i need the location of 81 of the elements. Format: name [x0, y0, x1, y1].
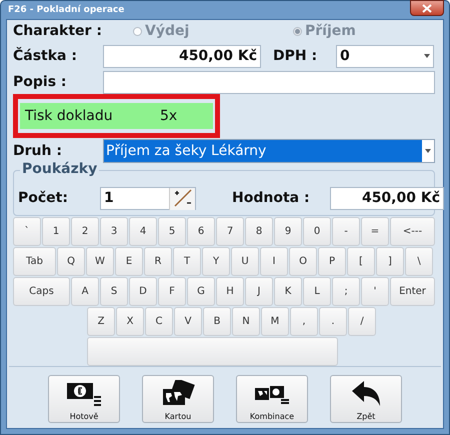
description-field[interactable] [103, 70, 435, 94]
keyboard-key[interactable]: D [129, 277, 157, 306]
keyboard-key[interactable]: H [216, 277, 244, 306]
field-label: DPH : [272, 48, 318, 64]
field-label: Hodnota : [231, 190, 311, 206]
keyboard-key[interactable]: ' [361, 277, 389, 306]
space-key[interactable] [87, 337, 338, 366]
keyboard-key[interactable]: 3 [100, 217, 128, 246]
banknote-icon [66, 380, 102, 406]
keyboard-key[interactable]: Q [57, 247, 85, 276]
keyboard-key[interactable]: 1 [42, 217, 70, 246]
keyboard-key[interactable]: Caps [13, 277, 70, 306]
caret-icon [425, 149, 431, 153]
keyboard-key[interactable]: T [173, 247, 201, 276]
payment-button[interactable]: Zpět [330, 375, 402, 423]
window-title: F26 - Pokladní operace [7, 5, 124, 15]
keyboard-key[interactable]: 6 [187, 217, 215, 246]
keyboard-key[interactable]: V [174, 307, 202, 336]
keyboard-key[interactable]: L [303, 277, 331, 306]
keyboard-key[interactable]: X [116, 307, 144, 336]
amount-field[interactable]: 450,00 Kč [103, 44, 261, 68]
close-button[interactable] [410, 0, 444, 16]
keyboard-key[interactable]: K [274, 277, 302, 306]
keyboard-key[interactable]: 2 [71, 217, 99, 246]
keyboard-key[interactable]: = [361, 217, 389, 246]
field-label: Popis : [13, 74, 68, 90]
back-arrow-icon [350, 380, 382, 408]
keyboard-key[interactable]: U [231, 247, 259, 276]
vat-dropdown[interactable]: 0 [336, 44, 434, 68]
keyboard-key[interactable]: N [232, 307, 260, 336]
keyboard-key[interactable]: 9 [274, 217, 302, 246]
value-field[interactable]: 450,00 Kč [330, 186, 444, 210]
keyboard-key[interactable]: ; [332, 277, 360, 306]
print-label: Tisk dokladu [25, 108, 114, 124]
field-label: Počet: [18, 190, 69, 206]
keyboard-key[interactable]: E [115, 247, 143, 276]
keyboard-key[interactable]: Y [202, 247, 230, 276]
spinner-button[interactable] [169, 188, 195, 210]
keyboard-key[interactable]: ] [376, 247, 404, 276]
keyboard-key[interactable]: I [260, 247, 288, 276]
caret-icon [424, 54, 430, 58]
keyboard-key[interactable]: Enter [390, 277, 435, 306]
cards-icon [161, 380, 195, 408]
keyboard-key[interactable]: Z [87, 307, 115, 336]
keyboard-key[interactable]: R [144, 247, 172, 276]
keyboard-key[interactable]: 8 [245, 217, 273, 246]
type-dropdown[interactable]: Příjem za šeky Lékárny [103, 139, 435, 163]
field-label: Částka : [13, 48, 78, 64]
keyboard-key[interactable]: C [145, 307, 173, 336]
keyboard-key[interactable]: ` [13, 217, 41, 246]
close-icon [422, 4, 432, 12]
keyboard-key[interactable]: S [100, 277, 128, 306]
field-label: Druh : [13, 143, 63, 159]
keyboard-key[interactable]: \ [405, 247, 433, 276]
group-title: Poukázky [20, 161, 100, 177]
keyboard-key[interactable]: [ [347, 247, 375, 276]
keyboard-key[interactable]: . [319, 307, 347, 336]
keyboard-key[interactable]: W [86, 247, 114, 276]
keyboard-key[interactable]: 0 [303, 217, 331, 246]
payment-button[interactable]: Kombinace [236, 375, 308, 423]
keyboard-key[interactable]: - [332, 217, 360, 246]
keyboard-key[interactable]: 7 [216, 217, 244, 246]
keyboard-key[interactable]: P [318, 247, 346, 276]
keyboard-key[interactable]: 5 [158, 217, 186, 246]
keyboard-key[interactable]: 4 [129, 217, 157, 246]
print-count: 5x [160, 108, 178, 124]
count-field[interactable]: 1 [100, 186, 196, 210]
keyboard-key[interactable]: B [203, 307, 231, 336]
keyboard-key[interactable]: G [187, 277, 215, 306]
payment-button[interactable]: Kartou [142, 375, 214, 423]
keyboard-key[interactable]: F [158, 277, 186, 306]
keyboard-key[interactable]: M [261, 307, 289, 336]
keyboard-key[interactable]: , [290, 307, 318, 336]
keyboard-key[interactable]: J [245, 277, 273, 306]
field-label: Charakter : [13, 23, 103, 39]
payment-button[interactable]: Hotově [48, 375, 120, 423]
keyboard-key[interactable]: <--- [390, 217, 435, 246]
keyboard-key[interactable]: A [71, 277, 99, 306]
keyboard-key[interactable]: / [348, 307, 376, 336]
keyboard-key[interactable]: O [289, 247, 317, 276]
keyboard-key[interactable]: Tab [13, 247, 56, 276]
